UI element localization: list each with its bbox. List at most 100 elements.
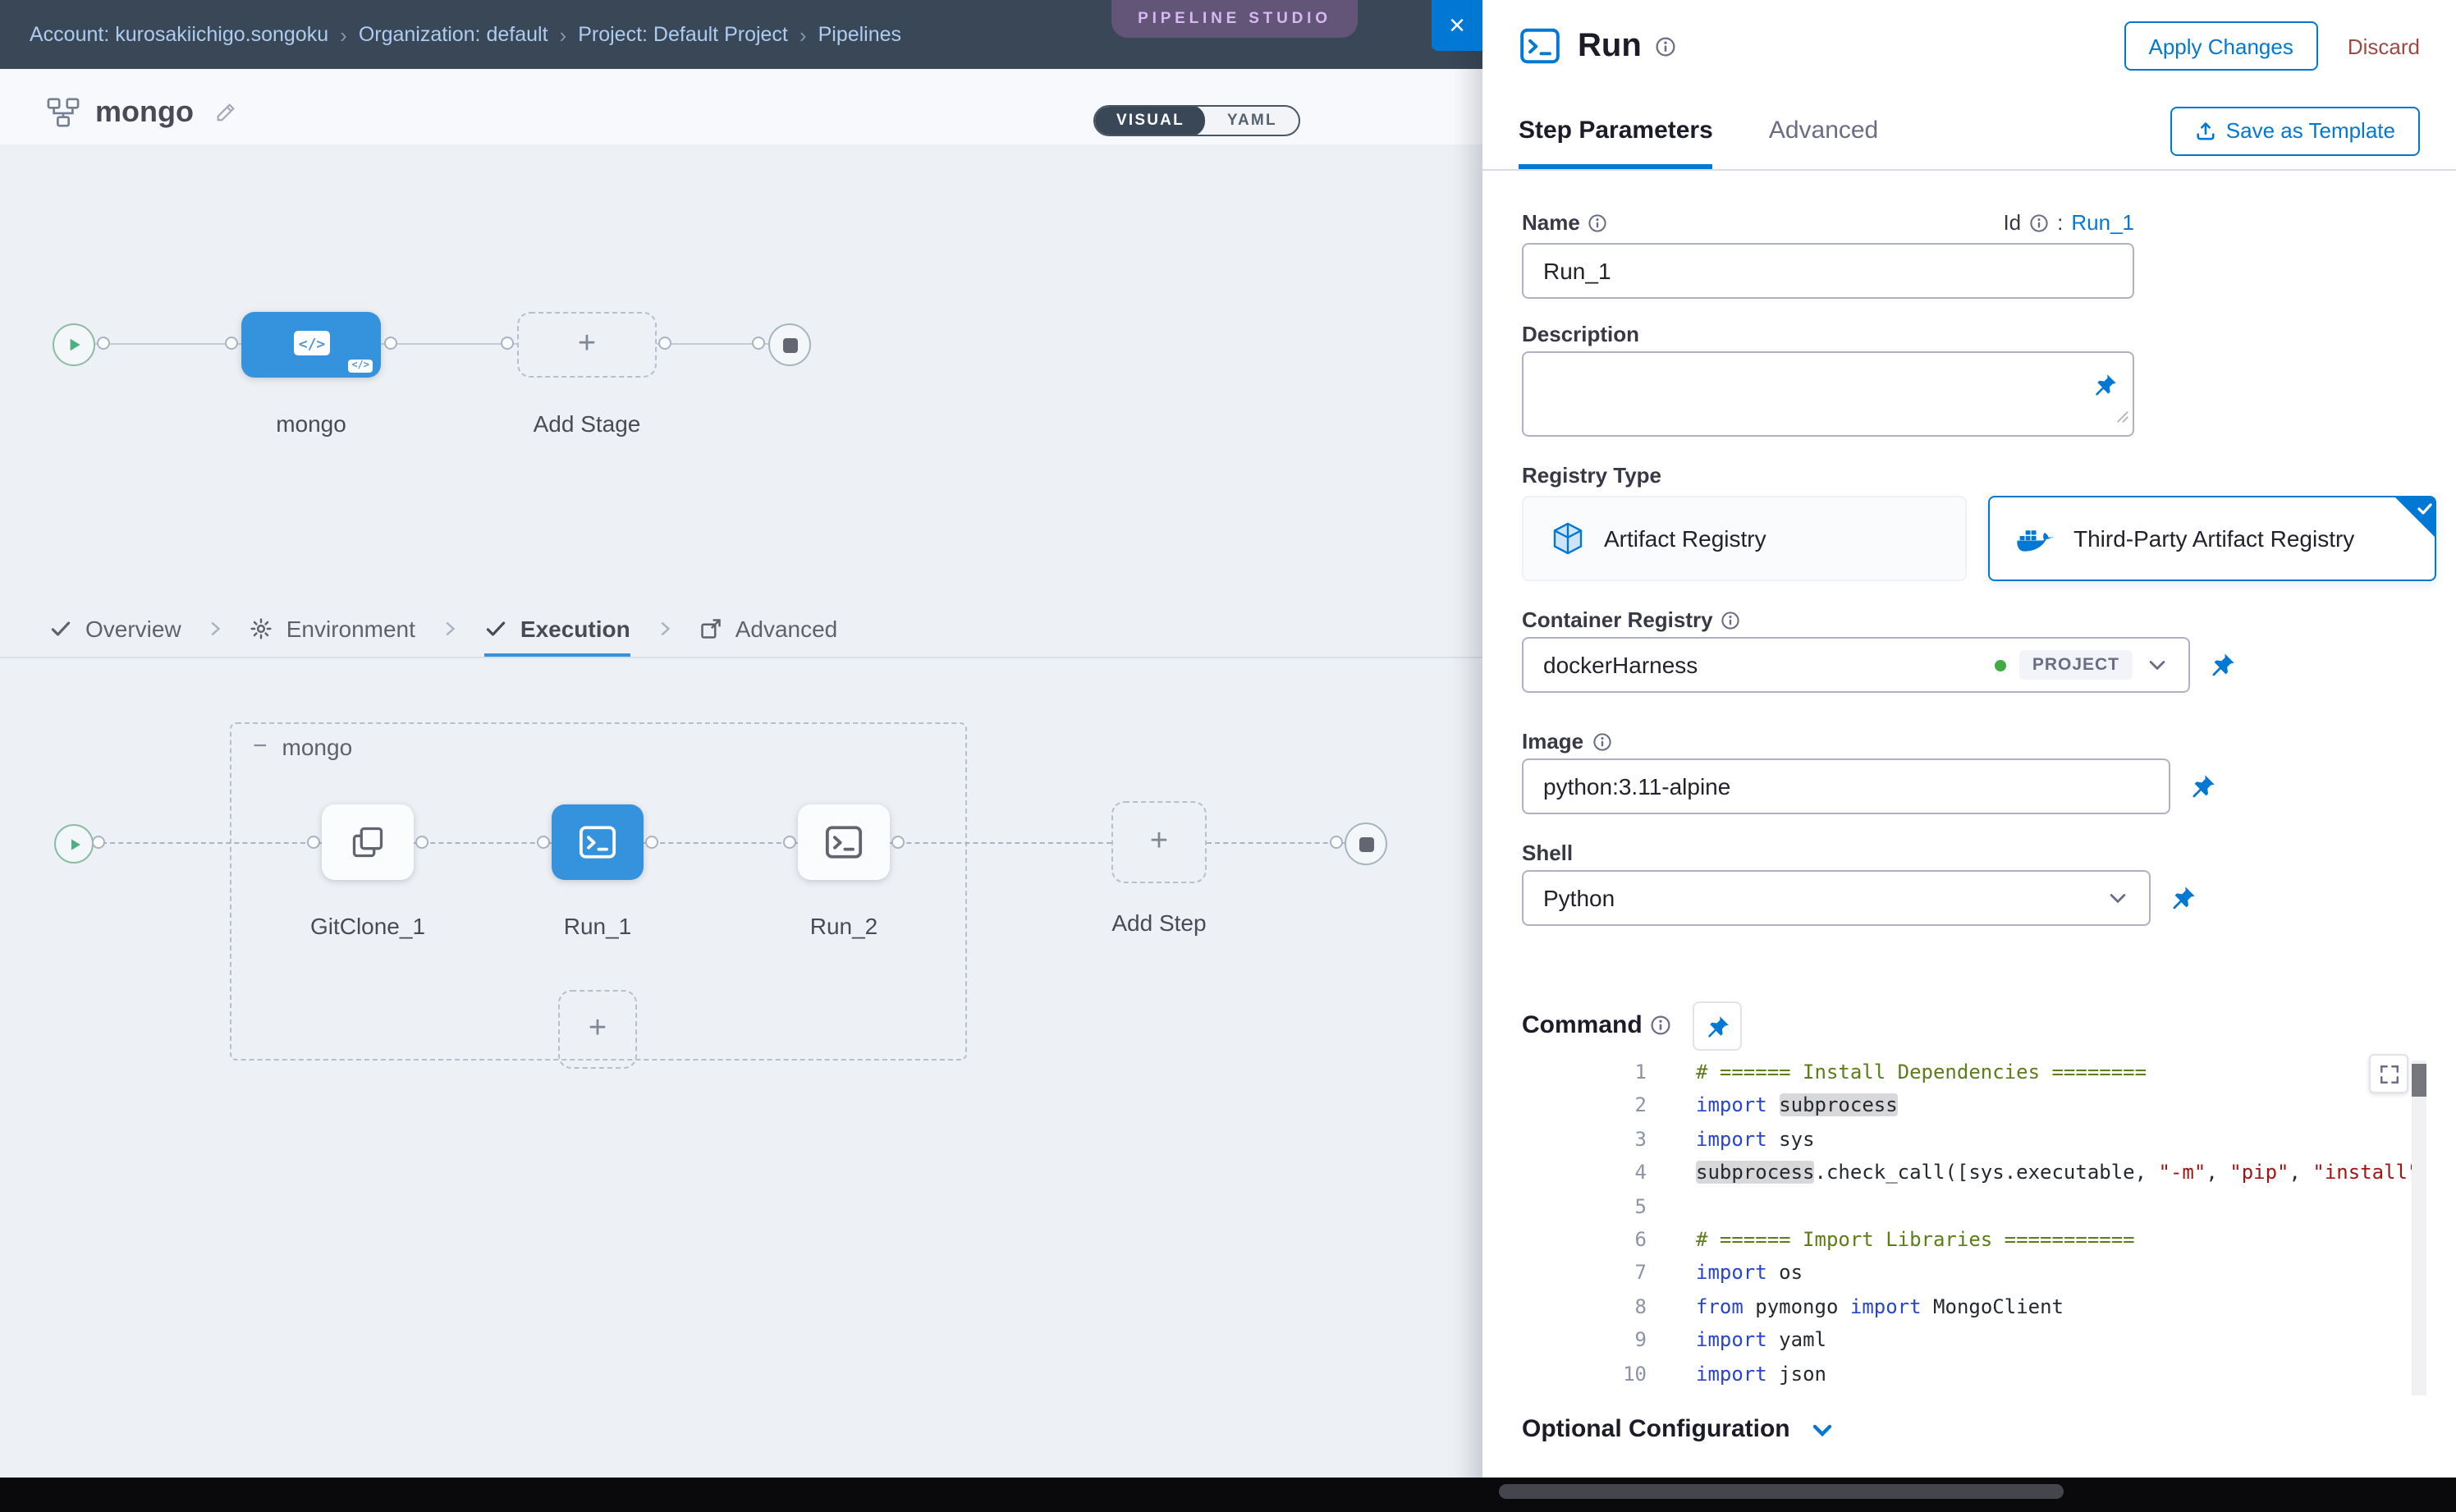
connector-dot [658, 337, 671, 350]
optional-configuration-label: Optional Configuration [1522, 1415, 1790, 1443]
tab-environment[interactable]: Environment [250, 599, 415, 657]
name-input[interactable] [1522, 243, 2134, 299]
info-icon[interactable] [2029, 213, 2049, 232]
template-upload-icon [2195, 120, 2216, 141]
edit-pencil-icon[interactable] [215, 102, 236, 123]
pin-icon[interactable] [2210, 652, 2236, 678]
id-label: Id [2003, 210, 2021, 235]
info-icon[interactable] [1655, 35, 1676, 57]
status-dot [1995, 659, 2006, 671]
code-line[interactable]: # ====== Import Libraries =========== [1696, 1228, 2412, 1262]
code-line[interactable]: import sys [1696, 1128, 2412, 1161]
execution-end-node [1345, 822, 1387, 865]
container-registry-select[interactable]: dockerHarness PROJECT [1522, 637, 2190, 693]
breadcrumb-pipelines[interactable]: Pipelines [818, 23, 901, 46]
editor-gutter: 12345678910 [1525, 1061, 1647, 1395]
info-icon[interactable] [1651, 1015, 1672, 1036]
image-input[interactable] [1522, 758, 2170, 814]
registry-option-label: Artifact Registry [1604, 525, 1766, 552]
line-number: 1 [1525, 1061, 1647, 1094]
connector-dot [752, 337, 765, 350]
chevron-down-icon[interactable] [2106, 887, 2129, 909]
container-registry-label: Container Registry [1522, 607, 1741, 632]
yaml-toggle[interactable]: YAML [1206, 105, 1299, 136]
line-number: 6 [1525, 1228, 1647, 1262]
pin-icon[interactable] [2170, 885, 2197, 911]
collapse-group-button[interactable]: − [253, 732, 268, 760]
close-panel-button[interactable]: × [1432, 0, 1482, 51]
shell-label: Shell [1522, 841, 1573, 865]
breadcrumb-project[interactable]: Project: Default Project [578, 23, 788, 46]
code-line[interactable]: # ====== Install Dependencies ======== [1696, 1061, 2412, 1094]
add-parallel-step-button[interactable]: + [558, 990, 637, 1069]
svg-text:</>: </> [298, 336, 325, 353]
connector-line [414, 842, 552, 844]
code-line[interactable]: import subprocess [1696, 1094, 2412, 1128]
tab-step-parameters[interactable]: Step Parameters [1519, 92, 1713, 169]
panel-title: Run [1578, 27, 1642, 65]
pin-icon[interactable] [2190, 773, 2216, 800]
tab-execution[interactable]: Execution [484, 599, 630, 657]
registry-option-artifact[interactable]: Artifact Registry [1522, 496, 1967, 581]
resize-handle[interactable] [2115, 402, 2129, 432]
code-line[interactable]: subprocess.check_call([sys.executable, "… [1696, 1161, 2412, 1194]
tab-advanced[interactable]: Advanced [699, 599, 838, 657]
code-badge: </> [348, 360, 373, 373]
apply-changes-button[interactable]: Apply Changes [2124, 21, 2318, 71]
connector-line [1207, 842, 1345, 844]
registry-type-label: Registry Type [1522, 463, 1661, 488]
info-icon[interactable] [1721, 610, 1741, 630]
code-line[interactable]: from pymongo import MongoClient [1696, 1294, 2412, 1328]
code-line[interactable]: import yaml [1696, 1328, 2412, 1362]
description-input[interactable] [1522, 351, 2134, 437]
id-value-link[interactable]: Run_1 [2071, 210, 2134, 235]
step-label: Run_1 [552, 913, 644, 939]
tab-panel-advanced[interactable]: Advanced [1769, 92, 1878, 169]
chevron-right-icon: › [800, 22, 807, 47]
registry-option-label: Third-Party Artifact Registry [2073, 525, 2354, 552]
visual-toggle[interactable]: VISUAL [1095, 105, 1206, 136]
image-label: Image [1522, 729, 1611, 754]
add-stage-button[interactable]: + [517, 312, 657, 378]
code-line[interactable]: import json [1696, 1362, 2412, 1395]
step-id-display: Id : Run_1 [2003, 210, 2134, 235]
breadcrumb-organization[interactable]: Organization: default [359, 23, 548, 46]
code-line[interactable] [1696, 1194, 2412, 1228]
pin-icon[interactable] [2093, 373, 2118, 397]
pin-icon [1705, 1014, 1730, 1038]
line-number: 9 [1525, 1328, 1647, 1362]
code-line[interactable]: import os [1696, 1262, 2412, 1295]
shell-select[interactable]: Python [1522, 870, 2151, 926]
pipeline-play-button[interactable] [53, 323, 95, 366]
pipeline-studio: Account: kurosakiichigo.songoku › Organi… [0, 0, 1482, 1512]
editor-scrollbar-thumb[interactable] [2412, 1064, 2426, 1097]
save-as-template-button[interactable]: Save as Template [2170, 106, 2420, 155]
tab-overview[interactable]: Overview [49, 599, 181, 657]
chevron-down-icon[interactable] [2146, 653, 2169, 676]
chevron-right-icon [655, 599, 675, 657]
bottom-scrollbar-thumb[interactable] [1499, 1484, 2064, 1499]
tab-label: Advanced [735, 615, 838, 641]
command-code-editor[interactable]: 12345678910 # ====== Install Dependencie… [1525, 1061, 2435, 1395]
command-pin-button[interactable] [1693, 1001, 1742, 1051]
info-icon[interactable] [1592, 731, 1611, 751]
connector-line [95, 343, 241, 345]
breadcrumb-account[interactable]: Account: kurosakiichigo.songoku [30, 23, 328, 46]
execution-play-button[interactable] [54, 824, 94, 864]
step-node-gitclone[interactable] [322, 804, 414, 880]
stage-node-mongo[interactable]: </> </> [241, 312, 381, 378]
view-mode-toggle: VISUAL YAML [1093, 105, 1300, 136]
stop-icon [1359, 836, 1373, 851]
step-node-run1[interactable] [552, 804, 644, 880]
optional-configuration-toggle[interactable]: Optional Configuration [1522, 1415, 1836, 1443]
info-icon[interactable] [1588, 213, 1608, 232]
add-step-button[interactable]: + [1111, 801, 1207, 883]
registry-option-third-party[interactable]: Third-Party Artifact Registry [1988, 496, 2436, 581]
discard-button[interactable]: Discard [2348, 34, 2420, 58]
chevron-right-icon [206, 599, 226, 657]
editor-scrollbar[interactable] [2412, 1061, 2426, 1395]
expand-editor-button[interactable] [2369, 1054, 2408, 1093]
step-node-run2[interactable] [798, 804, 890, 880]
panel-header: Run Apply Changes Discard [1482, 0, 2456, 92]
selected-check-icon [2395, 497, 2435, 537]
